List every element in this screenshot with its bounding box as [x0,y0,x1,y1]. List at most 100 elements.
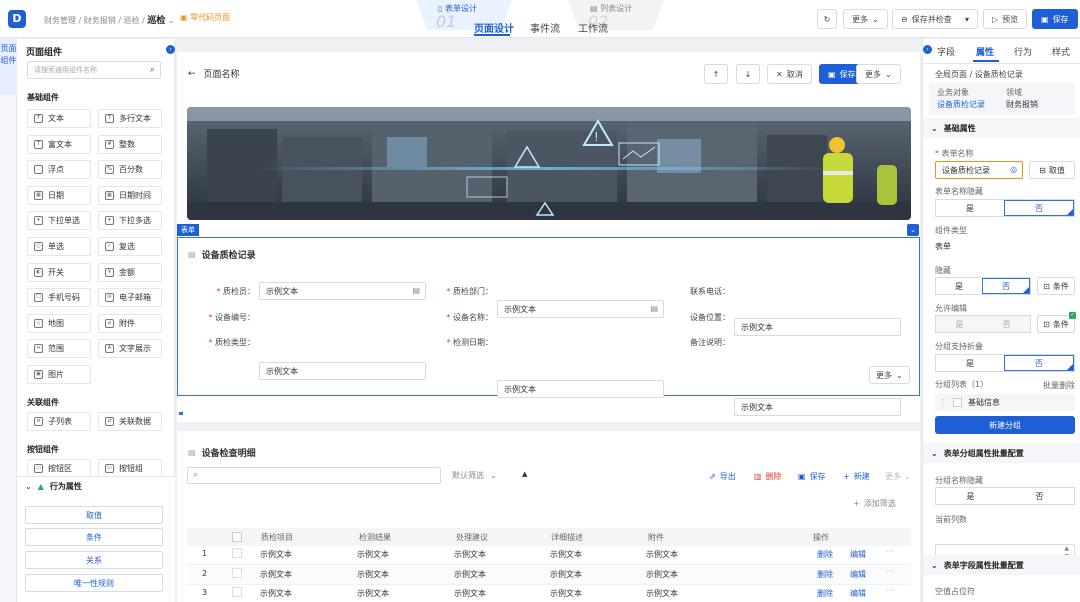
option-no[interactable]: 否 [1004,200,1074,216]
row-delete-link[interactable]: 删除 [817,569,833,580]
option-yes[interactable]: 是 [936,200,1004,216]
field-input[interactable]: 示例文本 ▤ [259,282,426,300]
option-yes[interactable]: 是 [936,488,1005,504]
component-item[interactable]: ▾ 下拉单选 [27,211,91,231]
collapse-icon[interactable]: ‹ [166,45,175,54]
component-item[interactable]: ◐ 开关 [27,262,91,282]
search-icon[interactable]: ⌕ [193,470,198,480]
group-item[interactable]: ⋮ 基础信息 [935,394,1075,411]
option-no[interactable]: 否 [983,316,1030,332]
behavior-condition-button[interactable]: 条件 [25,528,163,546]
component-item[interactable]: ▦ 日期时间 [98,185,162,205]
component-item[interactable]: ▾ 下拉多选 [98,211,162,231]
field-icon[interactable]: ▤ [412,286,420,295]
behavior-uniqueness-button[interactable]: 唯一性规则 [25,574,163,592]
component-item[interactable]: ✉ 电子邮箱 [98,288,162,308]
component-search-input[interactable]: 请搜索通用组件名称 ⌕ [27,61,161,79]
field-input[interactable]: 示例文本 [734,318,901,336]
form-collapse-icon[interactable]: ⌄ [907,224,919,236]
caret-down-icon[interactable]: ▾ [965,15,969,24]
hide-condition-button[interactable]: ⊡ 条件 [1037,277,1075,295]
vertical-tab[interactable]: 页面组件 [0,39,17,602]
component-item[interactable]: ¥ 金额 [98,262,162,282]
option-no[interactable]: 否 [1004,355,1074,371]
add-filter-button[interactable]: + 添加筛选 [853,498,896,509]
group-fold-toggle[interactable]: 是 否 [935,354,1075,372]
globe-icon[interactable]: ◎ [1010,165,1017,174]
row-checkbox[interactable] [232,587,242,597]
rtab-behavior[interactable]: 行为 [1014,45,1032,58]
crumb-1[interactable]: 财务管理 [44,16,76,25]
allow-edit-toggle[interactable]: 是 否 [935,315,1031,333]
biz-object-value[interactable]: 设备质检记录 [937,99,985,110]
save-button[interactable]: ▣ 保存 [1032,9,1078,29]
page-name[interactable]: 页面名称 [204,67,240,80]
delete-button[interactable]: ▥ 删除 [754,471,782,482]
table-row[interactable] [187,585,911,602]
crumb-global[interactable]: 全局页面 [935,70,967,79]
move-down-button[interactable]: ↓ [736,64,760,84]
group-checkbox[interactable] [953,398,962,407]
more-button[interactable]: 更多 ⌄ [843,9,888,29]
row-edit-link[interactable]: 编辑 [850,549,866,560]
section-group-batch[interactable]: ⌄ 表单分组属性批量配置 [923,443,1080,463]
component-item[interactable]: ⇄ 关联数据 [98,412,162,431]
crumb-3[interactable]: 巡检 [124,16,140,25]
page-more-button[interactable]: 更多 ⌄ [856,64,901,84]
field-input[interactable]: 示例文本 [259,362,426,380]
cancel-button[interactable]: ✕ 取消 [767,64,812,84]
save-check-button[interactable]: ⊖ 保存并检查 ▾ [892,9,978,29]
back-arrow-icon[interactable]: ← [188,69,196,79]
hide-toggle[interactable]: 是 否 [935,277,1031,295]
component-item[interactable]: % 百分数 [98,160,162,180]
component-item[interactable]: ◇ 地图 [27,313,91,333]
crumb-current[interactable]: 巡检 [147,16,165,26]
row-delete-link[interactable]: 删除 [817,588,833,599]
component-item[interactable]: ≡ 子列表 [27,412,91,431]
component-item[interactable]: T 多行文本 [98,109,162,128]
preview-button[interactable]: ▷ 预览 [983,9,1028,29]
component-item[interactable]: ▦ 日期 [27,185,91,205]
behavior-relation-button[interactable]: 关系 [25,551,163,569]
sort-icon[interactable]: ▲ [522,470,527,478]
section-basic[interactable]: ⌄ 基础属性 [923,118,1080,138]
row-edit-link[interactable]: 编辑 [850,588,866,599]
table-save-button[interactable]: ▣ 保存 [798,471,826,482]
more-dots-icon[interactable]: ··· [886,567,894,576]
drag-handle-icon[interactable]: ⋮ [939,398,947,407]
more-dots-icon[interactable]: ··· [886,586,894,595]
chevron-down-icon[interactable]: ⌄ [168,16,175,25]
option-no[interactable]: 否 [1005,488,1074,504]
option-no[interactable]: 否 [982,278,1030,294]
row-edit-link[interactable]: 编辑 [850,569,866,580]
table-more-button[interactable]: 更多 ⌄ [885,471,911,482]
option-yes[interactable]: 是 [936,355,1004,371]
component-item[interactable]: ✓ 复选 [98,237,162,256]
component-item[interactable]: # 整数 [98,134,162,154]
detail-search-input[interactable]: ⌕ [187,467,441,484]
filter-select[interactable]: 默认筛选 ⌄ [452,470,497,481]
component-item[interactable]: ☐ 手机号码 [27,288,91,308]
form-name-input[interactable]: 设备质检记录 ◎ [935,161,1023,179]
crumb-2[interactable]: 财务报销 [84,16,116,25]
tab-event-flow[interactable]: 事件流 [530,20,560,35]
group-name-hide-toggle[interactable]: 是 否 [935,487,1075,505]
refresh-button[interactable]: ↻ [817,9,837,29]
search-icon[interactable]: ⌕ [150,65,155,75]
option-yes[interactable]: 是 [936,316,983,332]
rtab-field[interactable]: 字段 [937,45,955,58]
rtab-style[interactable]: 样式 [1052,45,1070,58]
row-delete-link[interactable]: 删除 [817,549,833,560]
section-field-batch[interactable]: ⌄ 表单字段属性批量配置 [923,555,1080,575]
component-item[interactable]: ⌀ 附件 [98,313,162,333]
field-input[interactable]: 示例文本 ▤ [497,300,664,318]
field-input[interactable]: 示例文本 [497,380,664,398]
take-value-button[interactable]: ⊟ 取值 [1029,161,1075,179]
new-group-button[interactable]: 新建分组 [935,416,1075,434]
form-more-button[interactable]: 更多 ⌄ [869,366,910,384]
component-item[interactable]: T 富文本 [27,134,91,154]
batch-delete-link[interactable]: 批量删除 [1043,380,1075,391]
field-input[interactable]: 示例文本 [734,398,901,416]
select-all-checkbox[interactable] [232,532,242,542]
new-button[interactable]: + 新建 [843,471,870,482]
